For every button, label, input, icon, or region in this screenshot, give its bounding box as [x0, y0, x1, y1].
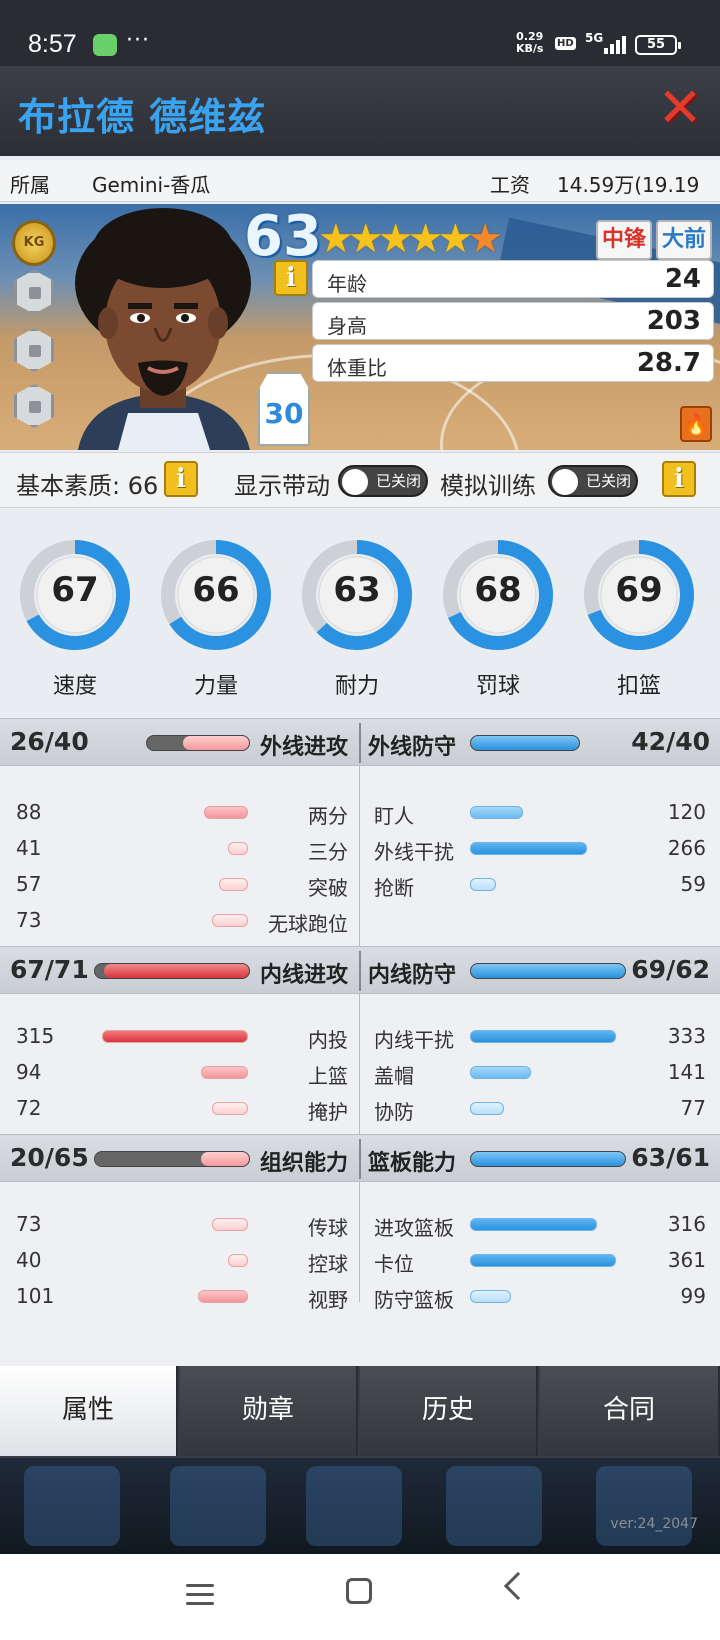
show-drive-label: 显示带动	[234, 472, 330, 500]
player-card: KG 63 ★★★★★★ 中锋 大前 i 年龄 24 身高 203 体重比 28…	[0, 204, 720, 450]
tab-contract[interactable]: 合同	[540, 1366, 720, 1456]
battery-icon: 55	[635, 35, 681, 55]
bottom-menu-blurred: ver:24_2047	[0, 1458, 720, 1554]
stat-bar-left	[102, 1030, 248, 1043]
fire-icon[interactable]: 🔥	[680, 406, 712, 442]
team-salary-row: 所属 Gemini-香瓜 工资 14.59万(19.19万)	[0, 160, 720, 226]
stat-row: 72 掩护 协防 77	[16, 1096, 706, 1124]
player-name: 布拉德 德维兹	[18, 95, 267, 139]
weight-ratio-row: 体重比 28.7	[312, 344, 714, 382]
stat-bar-right	[470, 1066, 532, 1079]
defense-progress	[470, 735, 580, 751]
salary-label: 工资	[490, 173, 530, 197]
base-quality-row: 基本素质: 66 i 显示带动 已关闭 模拟训练 已关闭 i	[0, 452, 720, 508]
sim-train-toggle[interactable]: 已关闭	[548, 465, 638, 497]
player-avatar	[75, 208, 251, 450]
free-throw-gauge: 68 罚球	[443, 540, 553, 700]
stat-bar-left	[211, 1218, 248, 1231]
show-drive-toggle[interactable]: 已关闭	[338, 465, 428, 497]
stat-row: 101 视野 防守篮板 99	[16, 1284, 706, 1312]
clock: 8:57	[28, 30, 77, 58]
stat-bar-left	[227, 842, 248, 855]
stat-row: 88 两分 盯人 120	[16, 800, 706, 828]
stat-bar-left	[201, 1066, 248, 1079]
stat-bar-left	[211, 914, 248, 927]
stat-row: 315 内投 内线干扰 333	[16, 1024, 706, 1052]
menu-icon[interactable]	[186, 1580, 214, 1608]
stat-row: 41 三分 外线干扰 266	[16, 836, 706, 864]
perimeter-stats: 88 两分 盯人 120 41 三分 外线干扰 266 57 突破 抢断 59 …	[0, 766, 720, 946]
defense-progress	[470, 1151, 626, 1167]
position-badge-power-forward: 大前	[656, 220, 713, 260]
playmaking-stats: 73 传球 进攻篮板 316 40 控球 卡位 361 101 视野 防守篮板 …	[0, 1182, 720, 1366]
network-speed: 0.29 KB/s	[516, 30, 544, 55]
system-nav-bar	[0, 1554, 720, 1640]
team-value: Gemini-香瓜	[92, 173, 211, 197]
stat-row: 94 上篮 盖帽 141	[16, 1060, 706, 1088]
physical-attributes: 67 速度 66 力量 63 耐力 68 罚球 69 扣篮	[0, 510, 720, 710]
sim-train-label: 模拟训练	[440, 472, 536, 500]
stat-bar-left	[211, 1102, 248, 1115]
app-notification-icon	[93, 34, 117, 56]
stat-row: 73 无球跑位	[16, 908, 348, 936]
offense-progress	[146, 735, 250, 751]
section-header-perimeter: 26/40 外线进攻 外线防守 42/40	[0, 718, 720, 766]
base-quality-label: 基本素质: 66	[16, 472, 159, 500]
stat-row: 57 突破 抢断 59	[16, 872, 706, 900]
home-icon[interactable]	[346, 1578, 372, 1604]
network-type: 5G	[585, 31, 604, 45]
stat-bar-right	[470, 1290, 511, 1303]
base-info-icon[interactable]: i	[164, 461, 198, 497]
section-header-playmaking: 20/65 组织能力 篮板能力 63/61	[0, 1134, 720, 1182]
version-label: ver:24_2047	[610, 1516, 698, 1532]
speed-gauge: 67 速度	[20, 540, 130, 700]
strength-gauge: 66 力量	[161, 540, 271, 700]
offense-progress	[94, 1151, 250, 1167]
position-badge-center: 中锋	[596, 220, 653, 260]
info-icon[interactable]: i	[274, 260, 308, 296]
back-icon[interactable]	[503, 1571, 533, 1601]
stat-bar-left	[204, 806, 248, 819]
defense-progress	[470, 963, 626, 979]
stat-bar-left	[198, 1290, 248, 1303]
lock-icon[interactable]	[14, 270, 54, 314]
stat-bar-right	[470, 1218, 598, 1231]
tab-history[interactable]: 历史	[360, 1366, 538, 1456]
tab-badges[interactable]: 勋章	[180, 1366, 358, 1456]
team-label: 所属	[10, 173, 50, 197]
training-info-icon[interactable]: i	[662, 461, 696, 497]
stat-row: 40 控球 卡位 361	[16, 1248, 706, 1276]
stat-bar-right	[470, 1030, 616, 1043]
interior-stats: 315 内投 内线干扰 333 94 上篮 盖帽 141 72 掩护 协防 77	[0, 994, 720, 1134]
offense-progress	[94, 963, 250, 979]
lock-icon[interactable]	[14, 328, 54, 372]
height-row: 身高 203	[312, 302, 714, 340]
section-header-interior: 67/71 内线进攻 内线防守 69/62	[0, 946, 720, 994]
more-notifications-icon: ···	[126, 28, 150, 53]
age-row: 年龄 24	[312, 260, 714, 298]
title-bar: 布拉德 德维兹 ✕	[0, 66, 720, 156]
lock-icon[interactable]	[14, 384, 54, 428]
stat-bar-right	[470, 878, 497, 891]
jersey-number: 30	[258, 372, 310, 446]
stat-bar-left	[218, 878, 248, 891]
stat-row: 73 传球 进攻篮板 316	[16, 1212, 706, 1240]
stamina-gauge: 63 耐力	[302, 540, 412, 700]
signal-icon	[604, 36, 628, 54]
tab-bar: 属性 勋章 历史 合同	[0, 1366, 720, 1458]
stat-bar-right	[470, 1102, 504, 1115]
dunk-gauge: 69 扣篮	[584, 540, 694, 700]
medal-icon[interactable]: KG	[12, 220, 56, 266]
stat-bar-left	[227, 1254, 248, 1267]
star-rating: ★★★★★★	[318, 216, 503, 262]
stat-bar-right	[470, 806, 523, 819]
status-bar: 8:57 ··· 0.29 KB/s HD 5G 55	[0, 0, 720, 66]
close-icon[interactable]: ✕	[656, 81, 704, 135]
tab-attributes[interactable]: 属性	[0, 1366, 178, 1456]
stat-bar-right	[470, 842, 587, 855]
hd-icon: HD	[555, 37, 576, 50]
stat-bar-right	[470, 1254, 616, 1267]
